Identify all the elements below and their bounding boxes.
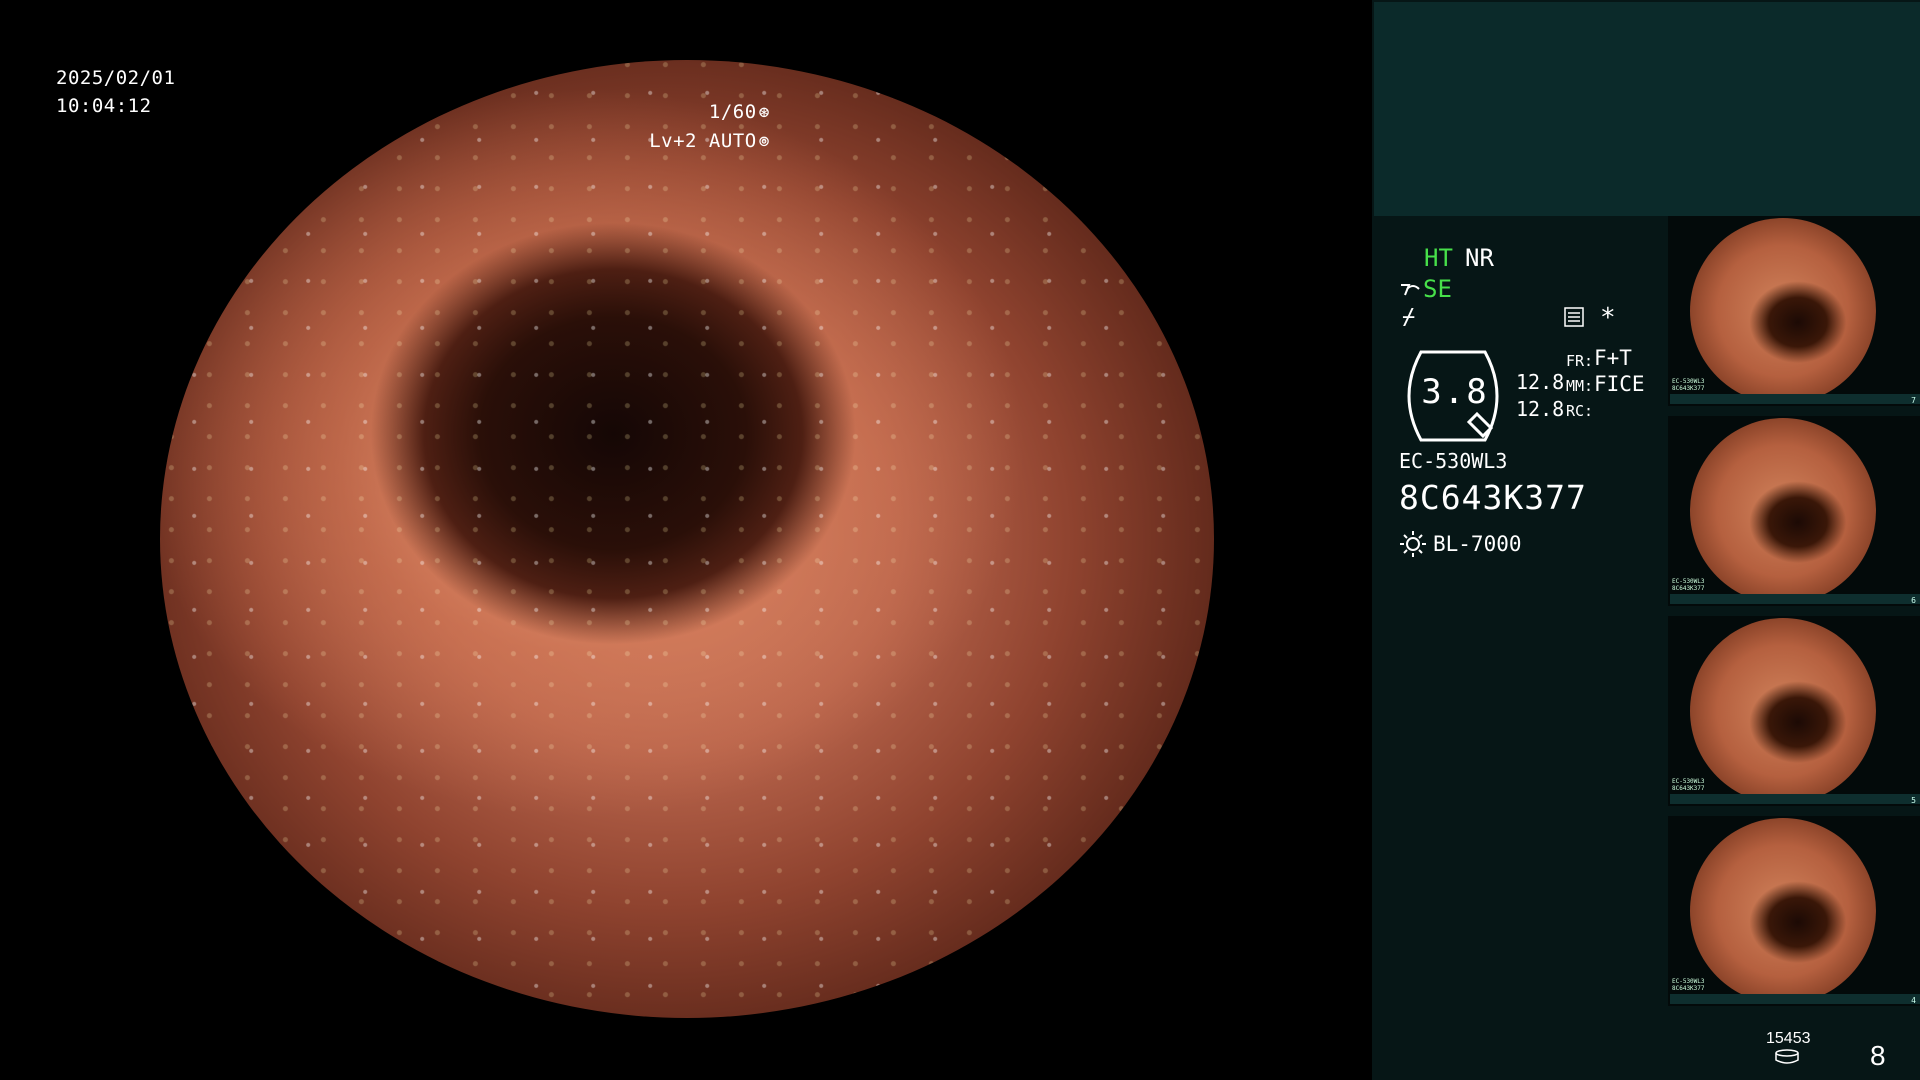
page-number: 8 [1870,1040,1886,1071]
nr-indicator: NR [1465,244,1494,272]
asterisk-indicator: * [1600,303,1616,333]
date-time: 2025/02/01 10:04:12 [56,64,175,120]
thumbnail-index: 7 [1911,396,1916,405]
settings-menu-icon [1564,307,1584,327]
thumbnail-footer [1670,994,1920,1004]
light-source-label: BL-7000 [1433,532,1522,556]
endoscopy-image [160,60,1214,1018]
thumbnail-item[interactable]: EC-530WL3 8C643K377 5 [1668,616,1920,806]
thumbnail-image [1690,618,1876,804]
aperture-icon: ⊛ [758,102,770,123]
thumbnail-image [1690,218,1876,404]
side-panel-header [1374,2,1920,216]
storage-icon [1775,1049,1799,1064]
thumbnail-index: 6 [1911,596,1916,605]
thumbnail-footer [1670,794,1920,804]
light-source-row: BL-7000 [1399,530,1522,558]
thumbnail-item[interactable]: EC-530WL3 8C643K377 6 [1668,416,1920,606]
thumbnail-footer [1670,394,1920,404]
thumbnail-caption: EC-530WL3 8C643K377 [1672,978,1705,992]
zoom-line2: 12.8 [1516,397,1565,421]
rc-label: RC: [1566,402,1594,420]
freeze-icon: ⌿ [1402,305,1416,330]
thumbnail-caption: EC-530WL3 8C643K377 [1672,778,1705,792]
image-count: 15453 [1766,1030,1811,1047]
scope-serial: 8C643K377 [1399,478,1587,517]
se-row: SE [1399,274,1452,304]
mm-label: MM: [1566,377,1594,395]
se-indicator: SE [1423,275,1452,303]
iris-icon: ⊚ [758,131,770,152]
fr-value: F+T [1594,346,1632,370]
thumbnail-strip: EC-530WL3 8C643K377 7 EC-530WL3 8C643K37… [1668,216,1920,1016]
thumbnail-index: 5 [1911,796,1916,805]
thumbnail-item[interactable]: EC-530WL3 8C643K377 4 [1668,816,1920,1006]
level-mode-label: Lv+2 AUTO [649,130,757,152]
light-source-icon [1400,531,1426,557]
shutter-label: 1/60 [708,101,757,123]
thumbnail-index: 4 [1911,996,1916,1005]
zoom-line1: 12.8 [1516,370,1565,394]
scope-model: EC-530WL3 [1399,449,1508,473]
thumbnail-image [1690,418,1876,604]
thumbnail-item[interactable]: EC-530WL3 8C643K377 7 [1668,216,1920,406]
thumbnail-caption: EC-530WL3 8C643K377 [1672,578,1705,592]
fr-label: FR: [1566,352,1594,370]
time-label: 10:04:12 [56,95,152,117]
ht-indicator: HT [1424,244,1453,272]
thumbnail-footer [1670,594,1920,604]
thumbnail-image [1690,818,1876,1004]
mm-value: FICE [1594,372,1645,396]
thumbnail-caption: EC-530WL3 8C643K377 [1672,378,1705,392]
date-label: 2025/02/01 [56,67,176,89]
enhancement-icon [1401,284,1420,296]
zoom-value: 3.8 [1421,372,1489,412]
exposure-info: 1/60 ⊛ Lv+2 AUTO ⊚ [649,98,770,156]
main-view: 2025/02/01 10:04:12 1/60 ⊛ Lv+2 AUTO ⊚ [0,0,1372,1080]
